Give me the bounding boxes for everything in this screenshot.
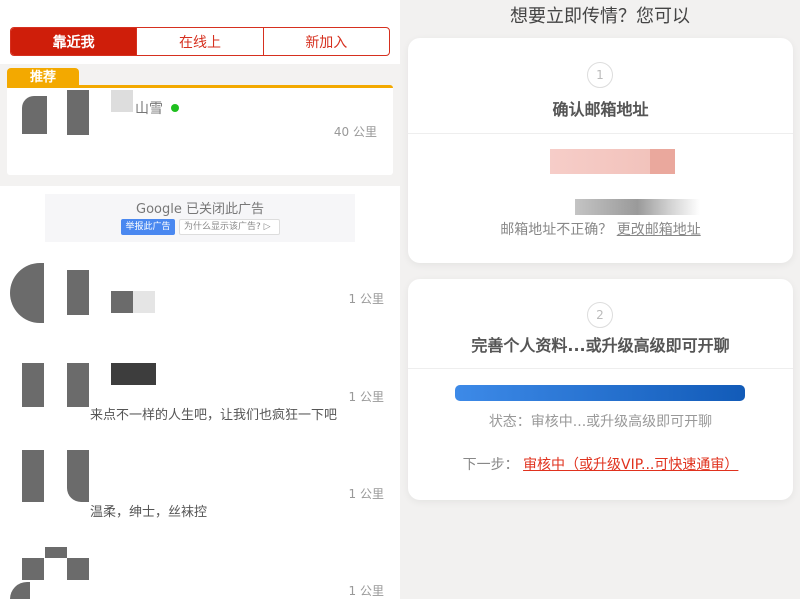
redacted-block [575, 199, 700, 215]
redacted-block [10, 263, 44, 323]
nearby-panel: 靠近我 在线上 新加入 推荐 山雪 40 公里 Google 已关闭此广告 举报… [0, 0, 400, 599]
divider [408, 368, 793, 369]
recommended-user-card[interactable]: 山雪 40 公里 [7, 85, 393, 175]
why-ad-label: 为什么显示该广告? [184, 222, 261, 232]
review-upgrade-link[interactable]: 审核中（或升级VIP...可快速通审） [523, 457, 738, 473]
redacted-block [22, 450, 44, 502]
progress-fill [455, 385, 745, 401]
ad-closed-text: Google 已关闭此广告 [136, 202, 264, 217]
tab-new[interactable]: 新加入 [262, 28, 389, 55]
redacted-block [10, 582, 30, 599]
step1-card: 1 确认邮箱地址 邮箱地址不正确？ 更改邮箱地址 [408, 38, 793, 263]
user-bio: 来点不一样的人生吧，让我们也疯狂一下吧 [90, 408, 338, 423]
step-number: 1 [587, 62, 613, 88]
redacted-block [133, 291, 155, 313]
report-ad-button[interactable]: 举报此广告 [121, 219, 175, 235]
distance: 1 公里 [348, 292, 384, 306]
next-step-label: 下一步： [462, 457, 519, 473]
step-number: 2 [587, 302, 613, 328]
tab-nearby[interactable]: 靠近我 [11, 28, 137, 55]
redacted-block [67, 363, 89, 407]
redacted-block [111, 90, 133, 112]
divider [408, 133, 793, 134]
redacted-block [67, 558, 89, 580]
user-list: 1 公里 1 公里 来点不一样的人生吧，让我们也疯狂一下吧 1 公里 温柔，绅士… [0, 255, 400, 599]
redacted-block [67, 450, 89, 502]
page-title: 想要立即传情？您可以 [510, 6, 690, 27]
tab-online[interactable]: 在线上 [136, 28, 262, 55]
step-title: 确认邮箱地址 [552, 100, 649, 119]
progress-bar [455, 385, 745, 401]
redacted-block [22, 558, 44, 580]
user-name: 山雪 [135, 101, 163, 117]
list-item[interactable]: 1 公里 温柔，绅士，丝袜控 [0, 450, 400, 540]
tab-bar: 靠近我 在线上 新加入 [10, 27, 390, 56]
distance: 1 公里 [348, 487, 384, 501]
change-email-link[interactable]: 更改邮箱地址 [617, 222, 701, 238]
step2-card: 2 完善个人资料...或升级高级即可开聊 状态：审核中...或升级高级即可开聊 … [408, 279, 793, 500]
step-title: 完善个人资料...或升级高级即可开聊 [471, 336, 730, 355]
redacted-avatar [22, 96, 47, 134]
list-item[interactable]: 1 公里 [0, 547, 400, 599]
distance: 1 公里 [348, 584, 384, 598]
redacted-block [22, 363, 44, 407]
status-text: 状态：审核中...或升级高级即可开聊 [488, 414, 713, 430]
user-bio: 温柔，绅士，丝袜控 [90, 505, 208, 520]
list-item[interactable]: 1 公里 来点不一样的人生吧，让我们也疯狂一下吧 [0, 353, 400, 443]
wrong-email-prompt: 邮箱地址不正确？ [500, 222, 613, 238]
redacted-avatar [67, 90, 89, 135]
redacted-block [111, 363, 156, 385]
redacted-block [67, 270, 89, 315]
why-ad-button[interactable]: 为什么显示该广告? ▷ [179, 219, 280, 235]
chat-requirements-panel: 想要立即传情？您可以 1 确认邮箱地址 邮箱地址不正确？ 更改邮箱地址 2 完善… [400, 0, 800, 599]
list-item[interactable]: 1 公里 [0, 255, 400, 345]
online-indicator [171, 104, 179, 112]
distance: 40 公里 [333, 125, 377, 139]
redacted-block [111, 291, 133, 313]
email-correction-row: 邮箱地址不正确？ 更改邮箱地址 [408, 219, 793, 239]
adchoices-icon: ▷ [263, 222, 271, 232]
distance: 1 公里 [348, 390, 384, 404]
redacted-block [45, 547, 67, 558]
ad-closed-banner: Google 已关闭此广告 举报此广告 为什么显示该广告? ▷ [45, 194, 355, 242]
redacted-email [550, 149, 675, 174]
next-step-row: 下一步： 审核中（或升级VIP...可快速通审） [408, 454, 793, 474]
